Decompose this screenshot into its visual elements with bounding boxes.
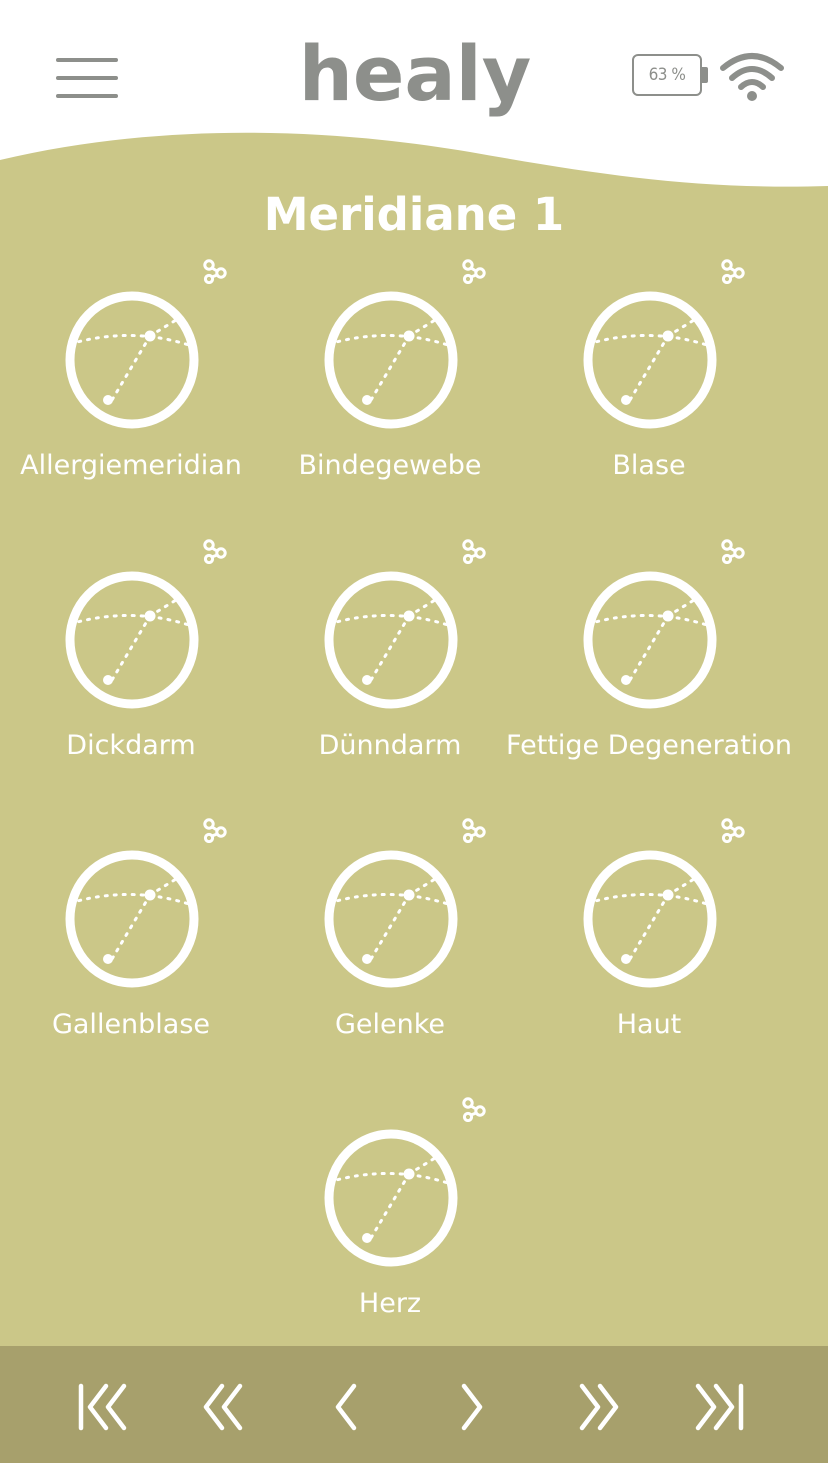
program-dial-icon	[583, 571, 717, 709]
program-tile[interactable]: Blase	[520, 258, 778, 508]
next-fast-button[interactable]	[568, 1382, 628, 1432]
program-dial-icon	[324, 571, 458, 709]
program-label: Allergiemeridian	[20, 450, 242, 481]
link-chain-icon[interactable]	[460, 817, 488, 843]
program-tile[interactable]: Haut	[520, 817, 778, 1067]
program-label: Blase	[612, 450, 686, 481]
program-label: Fettige Degeneration	[506, 730, 792, 761]
wifi-icon	[720, 53, 784, 101]
program-tile[interactable]: Gallenblase	[2, 817, 260, 1067]
logo-text: healy	[300, 36, 530, 118]
previous-fast-button[interactable]	[196, 1382, 256, 1432]
next-button[interactable]	[442, 1382, 502, 1432]
program-label: Dünndarm	[318, 730, 462, 761]
program-dial-icon	[65, 850, 199, 988]
program-label: Herz	[358, 1288, 422, 1319]
battery-indicator: 63 %	[632, 54, 710, 100]
page-title: Meridiane 1	[263, 188, 565, 241]
link-chain-icon[interactable]	[201, 817, 229, 843]
program-label: Bindegewebe	[298, 450, 482, 481]
first-page-button[interactable]	[72, 1382, 132, 1432]
previous-button[interactable]	[316, 1382, 376, 1432]
program-tile[interactable]: Herz	[261, 1096, 519, 1346]
program-dial-icon	[324, 850, 458, 988]
last-page-button[interactable]	[690, 1382, 750, 1432]
program-tile[interactable]: Bindegewebe	[261, 258, 519, 508]
link-chain-icon[interactable]	[719, 538, 747, 564]
hamburger-menu-icon[interactable]	[56, 58, 118, 100]
program-tile[interactable]: Dickdarm	[2, 538, 260, 788]
link-chain-icon[interactable]	[460, 1096, 488, 1122]
program-label: Gallenblase	[51, 1009, 211, 1040]
link-chain-icon[interactable]	[201, 538, 229, 564]
link-chain-icon[interactable]	[719, 817, 747, 843]
battery-cap	[702, 67, 708, 83]
battery-level: 63 %	[648, 65, 686, 85]
link-chain-icon[interactable]	[719, 258, 747, 284]
app-header: healy 63 %	[0, 0, 828, 200]
program-label: Dickdarm	[66, 730, 196, 761]
program-label: Haut	[616, 1009, 682, 1040]
link-chain-icon[interactable]	[460, 538, 488, 564]
link-chain-icon[interactable]	[201, 258, 229, 284]
program-dial-icon	[583, 850, 717, 988]
link-chain-icon[interactable]	[460, 258, 488, 284]
program-tile[interactable]: Gelenke	[261, 817, 519, 1067]
program-dial-icon	[324, 291, 458, 429]
healy-logo: healy	[300, 36, 530, 118]
program-dial-icon	[324, 1129, 458, 1267]
program-tile[interactable]: Allergiemeridian	[2, 258, 260, 508]
program-tile[interactable]: Fettige Degeneration	[506, 538, 792, 788]
program-tile[interactable]: Dünndarm	[261, 538, 519, 788]
program-dial-icon	[65, 291, 199, 429]
pagination-bar	[0, 1346, 828, 1463]
program-dial-icon	[65, 571, 199, 709]
program-label: Gelenke	[334, 1009, 446, 1040]
program-dial-icon	[583, 291, 717, 429]
